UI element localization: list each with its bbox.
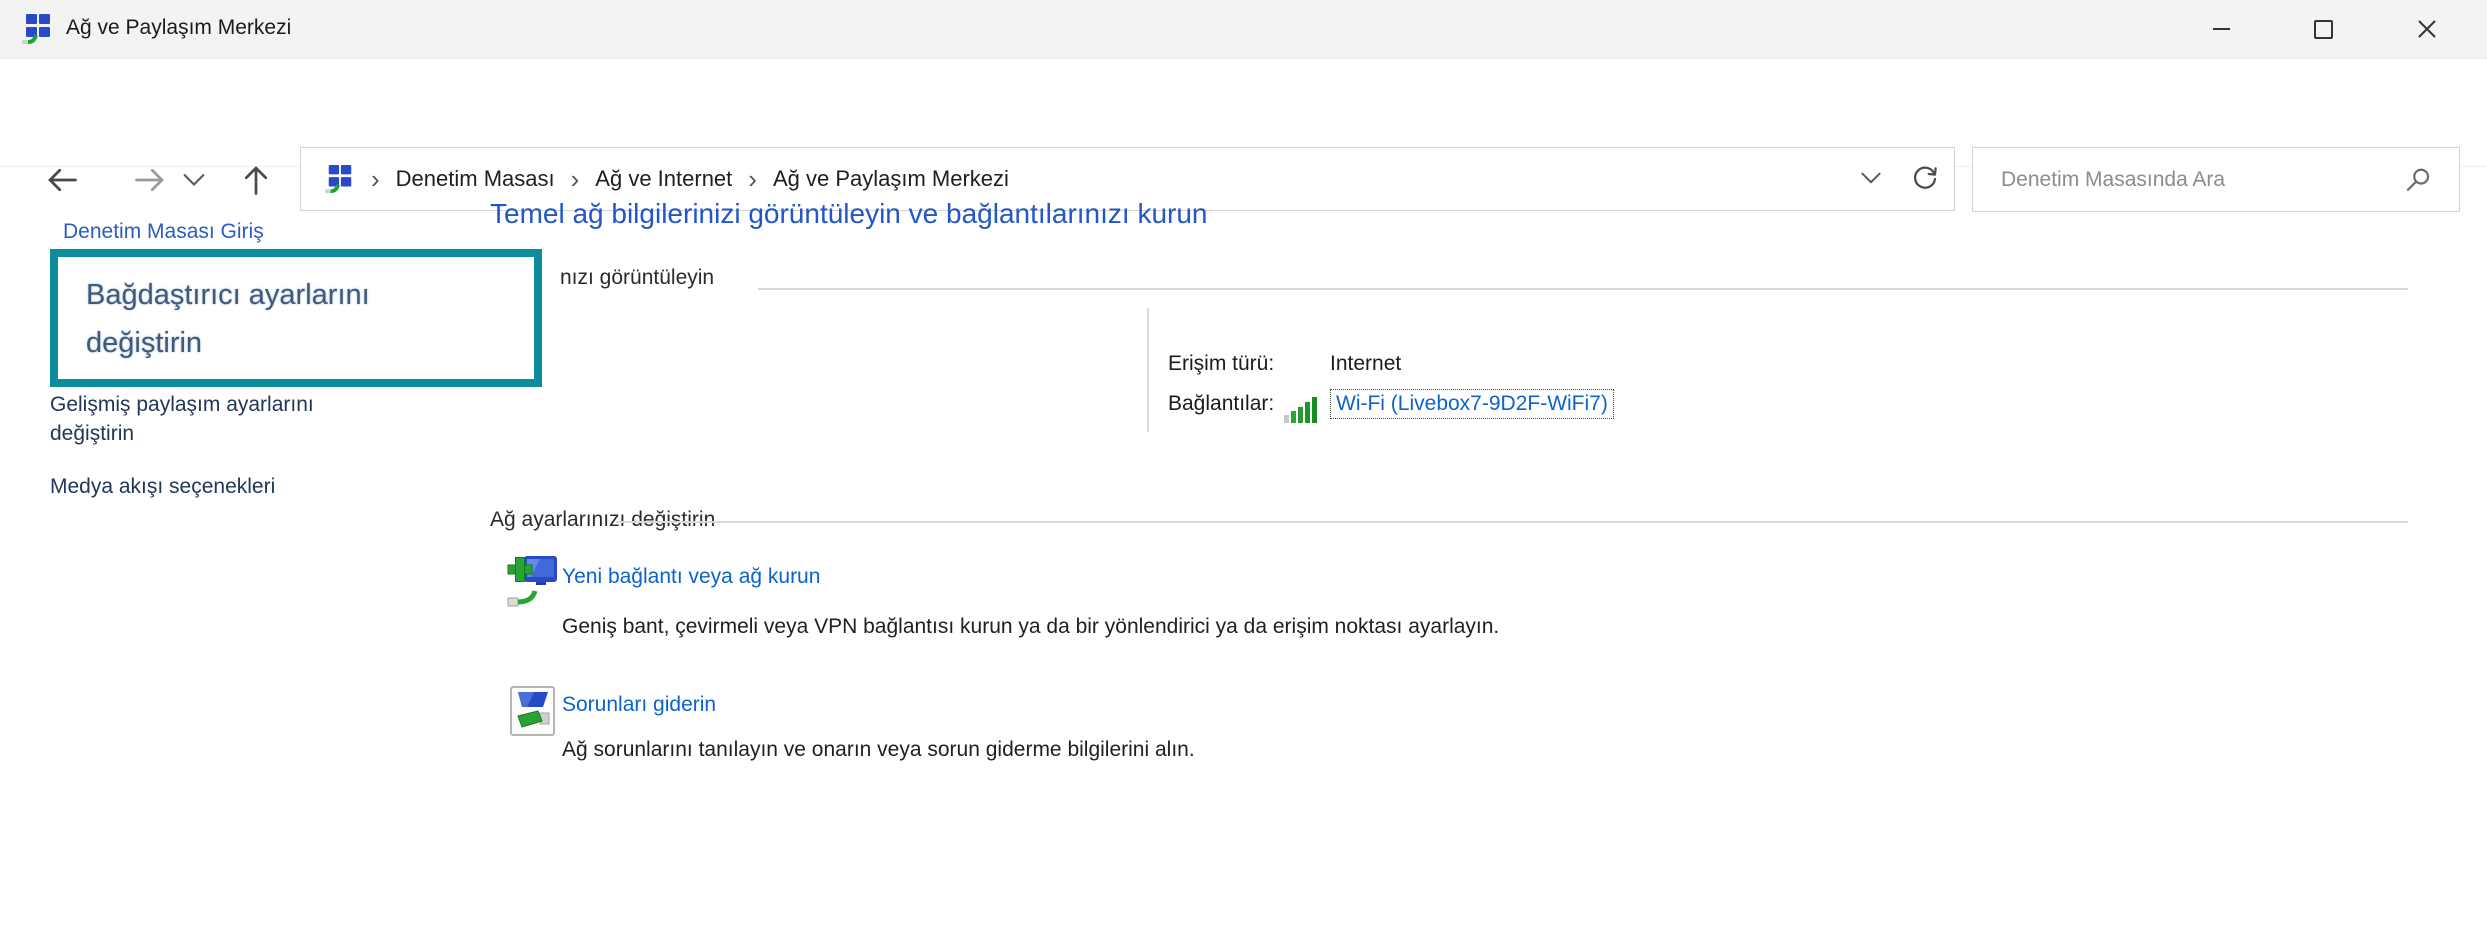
maximize-button[interactable]: [2284, 0, 2362, 58]
change-network-settings-section-header: Ağ ayarlarınızı değiştirin: [490, 508, 715, 532]
setup-new-connection-description: Geniş bant, çevirmeli veya VPN bağlantıs…: [562, 615, 1499, 639]
search-input[interactable]: [1973, 148, 2459, 211]
search-box: [1972, 147, 2460, 212]
section-divider: [758, 288, 2408, 290]
breadcrumb-separator-icon: ›: [371, 149, 380, 209]
network-details-separator: [1147, 308, 1149, 432]
access-type-label: Erişim türü:: [1168, 352, 1274, 376]
navigation-bar: › Denetim Masası › Ağ ve Internet › Ağ v…: [0, 59, 2487, 167]
breadcrumb-item-network-internet[interactable]: Ağ ve Internet: [595, 166, 732, 192]
access-type-value: Internet: [1330, 352, 1401, 376]
forward-button[interactable]: [132, 162, 168, 198]
recent-locations-chevron-icon[interactable]: [180, 169, 208, 193]
network-sharing-center-app-icon: [22, 13, 54, 45]
new-connection-icon: [506, 552, 560, 608]
up-button[interactable]: [238, 162, 274, 198]
wifi-connection-link[interactable]: Wi-Fi (Livebox7-9D2F-WiFi7): [1330, 389, 1614, 419]
maximize-icon: [2314, 20, 2333, 39]
close-button[interactable]: [2388, 0, 2466, 58]
setup-new-connection-link[interactable]: Yeni bağlantı veya ağ kurun: [562, 565, 820, 589]
back-button[interactable]: [44, 162, 80, 198]
troubleshoot-problems-description: Ağ sorunlarını tanılayın ve onarın veya …: [562, 738, 1195, 762]
troubleshoot-icon: [510, 686, 556, 738]
connections-label: Bağlantılar:: [1168, 392, 1274, 416]
page-title: Temel ağ bilgilerinizi görüntüleyin ve b…: [490, 198, 1208, 230]
highlight-box: Bağdaştırıcı ayarlarını değiştirin: [50, 249, 542, 387]
breadcrumb-item-control-panel[interactable]: Denetim Masası: [396, 166, 555, 192]
minimize-button[interactable]: [2182, 0, 2260, 58]
sidebar-item-control-panel-home[interactable]: Denetim Masası Giriş: [63, 220, 264, 244]
sidebar-item-change-advanced-sharing-settings[interactable]: Gelişmiş paylaşım ayarlarını değiştirin: [50, 390, 390, 448]
sidebar-item-media-streaming-options[interactable]: Medya akışı seçenekleri: [50, 472, 390, 501]
wifi-signal-bars-icon: [1284, 396, 1322, 423]
close-icon: [2416, 18, 2438, 40]
sidebar-item-change-adapter-settings[interactable]: Bağdaştırıcı ayarlarını değiştirin: [86, 271, 486, 367]
troubleshoot-problems-link[interactable]: Sorunları giderin: [562, 693, 716, 717]
refresh-icon[interactable]: [1910, 164, 1940, 194]
search-icon[interactable]: [2403, 166, 2433, 196]
title-bar: Ağ ve Paylaşım Merkezi: [0, 0, 2487, 59]
active-networks-section-header: nızı görüntüleyin: [560, 266, 714, 290]
minimize-icon: [2213, 28, 2230, 30]
address-dropdown-chevron-icon[interactable]: [1858, 169, 1884, 189]
breadcrumb-item-network-sharing-center[interactable]: Ağ ve Paylaşım Merkezi: [773, 166, 1009, 192]
window-title: Ağ ve Paylaşım Merkezi: [66, 16, 291, 40]
section-divider: [616, 521, 2408, 523]
control-panel-location-icon: [325, 164, 355, 194]
